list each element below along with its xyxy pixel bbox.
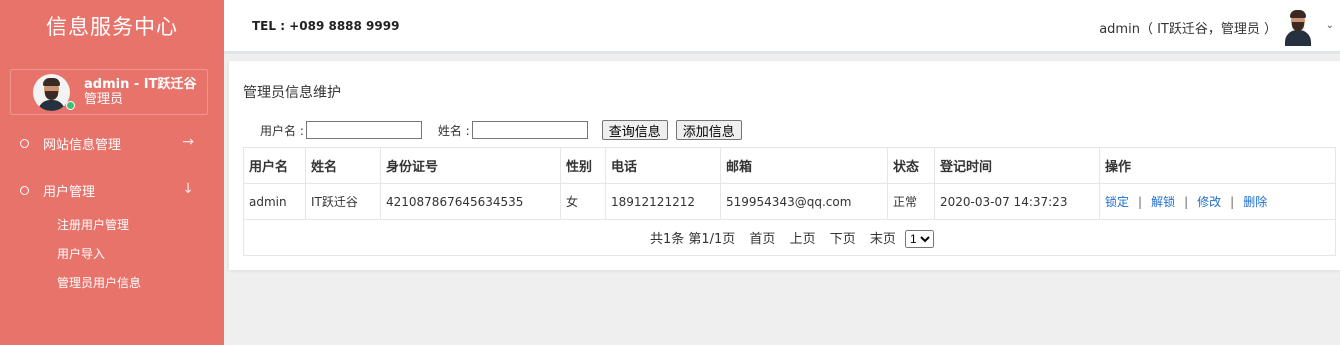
top-header: TEL : +089 8888 9999 admin（ IT跃迁谷，管理员 ） … xyxy=(224,0,1340,54)
name-input[interactable] xyxy=(471,121,588,139)
brand-title: 信息服务中心 xyxy=(46,15,178,39)
table-row: admin IT跃迁谷 421087867645634535 女 1891212… xyxy=(243,183,1336,220)
sidebar: 信息服务中心 admin - IT跃迁谷 管理员 网站信息管理 → 用户管理 ↓… xyxy=(0,0,224,345)
sidebar-user-name: admin - IT跃迁谷 xyxy=(84,77,197,92)
cell-actions: 锁定 | 解锁 | 修改 | 删除 xyxy=(1099,183,1336,220)
cell-id-card: 421087867645634535 xyxy=(380,183,561,220)
add-button[interactable]: 添加信息 xyxy=(675,120,742,140)
cell-phone: 18912121212 xyxy=(605,183,721,220)
unlock-link[interactable]: 解锁 xyxy=(1151,195,1175,209)
header-user-text[interactable]: admin（ IT跃迁谷，管理员 ） xyxy=(1099,18,1277,37)
arrow-right-icon: → xyxy=(182,134,194,150)
cell-time: 2020-03-07 14:37:23 xyxy=(934,183,1100,220)
cell-username: admin xyxy=(243,183,306,220)
sidebar-subitem-registered-users[interactable]: 注册用户管理 xyxy=(0,210,224,239)
circle-icon xyxy=(20,185,29,195)
cell-email: 519954343@qq.com xyxy=(720,183,888,220)
sidebar-item-user-management[interactable]: 用户管理 ↓ xyxy=(0,177,224,203)
arrow-down-icon: ↓ xyxy=(182,181,194,197)
prev-page-link[interactable]: 上页 xyxy=(790,232,816,247)
column-header: 用户名 xyxy=(243,147,306,184)
online-status-icon xyxy=(66,101,75,110)
column-header: 邮箱 xyxy=(720,147,888,184)
page-title: 管理员信息维护 xyxy=(243,85,341,101)
query-button[interactable]: 查询信息 xyxy=(601,120,668,140)
user-card: admin - IT跃迁谷 管理员 xyxy=(10,69,208,115)
cell-name: IT跃迁谷 xyxy=(305,183,381,220)
pagination-summary: 共1条 第1/1页 xyxy=(649,231,736,247)
column-header: 性别 xyxy=(560,147,606,184)
sidebar-subitem-user-import[interactable]: 用户导入 xyxy=(0,239,224,268)
column-header: 身份证号 xyxy=(380,147,561,184)
sidebar-item-site-info[interactable]: 网站信息管理 → xyxy=(0,130,224,156)
sidebar-user-role: 管理员 xyxy=(84,92,124,107)
next-page-link[interactable]: 下页 xyxy=(830,232,856,247)
sidebar-submenu: 注册用户管理 用户导入 管理员用户信息 xyxy=(0,210,224,297)
last-page-link[interactable]: 末页 xyxy=(870,232,896,247)
column-header: 状态 xyxy=(887,147,935,184)
admin-table: 用户名 姓名 身份证号 性别 电话 邮箱 状态 登记时间 操作 admin IT… xyxy=(243,147,1336,256)
table-header-row: 用户名 姓名 身份证号 性别 电话 邮箱 状态 登记时间 操作 xyxy=(243,147,1336,184)
search-form: 用户名 : 姓名 : 查询信息 添加信息 xyxy=(260,120,750,140)
circle-icon xyxy=(20,138,29,148)
sidebar-item-label: 网站信息管理 xyxy=(43,137,122,153)
chevron-down-icon[interactable]: ⌄ xyxy=(1326,20,1334,31)
sidebar-menu: 网站信息管理 → 用户管理 ↓ 注册用户管理 用户导入 管理员用户信息 xyxy=(0,130,224,297)
cell-status: 正常 xyxy=(887,183,935,220)
edit-link[interactable]: 修改 xyxy=(1197,195,1221,209)
column-header: 姓名 xyxy=(305,147,381,184)
sidebar-item-label: 用户管理 xyxy=(43,184,96,200)
sidebar-subitem-admin-info[interactable]: 管理员用户信息 xyxy=(0,268,224,297)
delete-link[interactable]: 删除 xyxy=(1243,195,1267,209)
cell-gender: 女 xyxy=(560,183,606,220)
column-header: 电话 xyxy=(605,147,721,184)
column-header: 操作 xyxy=(1099,147,1336,184)
content-panel: 管理员信息维护 用户名 : 姓名 : 查询信息 添加信息 用户名 姓名 身份证号… xyxy=(229,61,1340,270)
name-label: 姓名 : xyxy=(437,123,470,138)
lock-link[interactable]: 锁定 xyxy=(1105,195,1129,209)
page-select[interactable]: 1 xyxy=(905,229,935,248)
username-label: 用户名 : xyxy=(260,123,304,138)
avatar xyxy=(33,73,70,111)
telephone-text: TEL : +089 8888 9999 xyxy=(252,19,400,33)
header-avatar[interactable] xyxy=(1280,8,1316,46)
column-header: 登记时间 xyxy=(934,147,1100,184)
pagination: 共1条 第1/1页 首页 上页 下页 末页 1 xyxy=(243,219,1336,256)
first-page-link[interactable]: 首页 xyxy=(749,232,775,247)
pagination-row: 共1条 第1/1页 首页 上页 下页 末页 1 xyxy=(243,219,1336,256)
username-input[interactable] xyxy=(305,121,422,139)
